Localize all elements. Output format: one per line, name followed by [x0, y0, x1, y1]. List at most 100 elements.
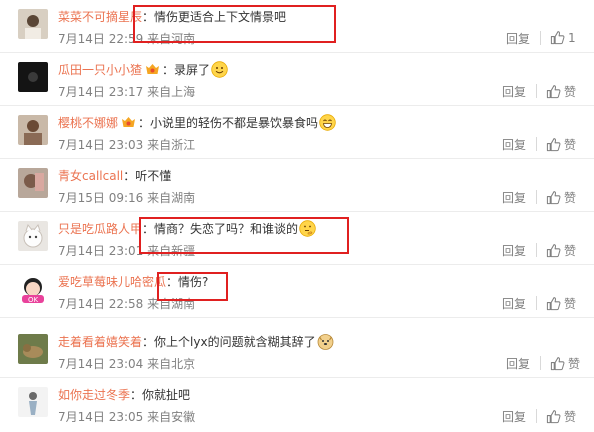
comment-location: 来自新疆 — [147, 244, 196, 258]
username-link[interactable]: 樱桃不娜娜 — [58, 116, 118, 130]
username-link[interactable]: 走着看着嬉笑着 — [58, 335, 142, 349]
comment-date: 7月14日 — [58, 410, 105, 424]
divider — [536, 137, 537, 151]
like-button[interactable]: 赞 — [546, 136, 576, 153]
avatar[interactable] — [18, 221, 48, 251]
comment-meta: 7月14日 23:03 来自浙江 — [58, 137, 195, 153]
avatar[interactable] — [18, 168, 48, 198]
thinking-emoji-icon — [299, 220, 316, 237]
comment-time: 09:16 — [108, 191, 144, 205]
thumbs-up-icon — [546, 410, 561, 424]
like-count: 1 — [568, 31, 576, 45]
like-label: 赞 — [564, 297, 577, 311]
colon: ： — [142, 335, 155, 349]
colon: ： — [142, 10, 155, 24]
reply-button[interactable]: 回复 — [502, 83, 526, 100]
comment-line: 如你走过冬季：你就扯吧 — [58, 386, 190, 404]
comment-item: 菜菜不可摘星辰：情伤更适合上下文情景吧 7月14日 22:59 来自河南 回复 … — [0, 0, 594, 53]
avatar[interactable] — [18, 334, 48, 364]
like-button[interactable]: 赞 — [546, 189, 576, 206]
thumbs-up-icon — [546, 85, 561, 99]
like-button[interactable]: 赞 — [546, 295, 576, 312]
comment-text: 你上个lyx的问题就含糊其辞了 — [154, 335, 316, 349]
colon: ： — [166, 275, 179, 289]
like-button[interactable]: 赞 — [550, 355, 580, 372]
comment-text: 听不懂 — [135, 169, 172, 183]
reply-button[interactable]: 回复 — [502, 242, 526, 259]
username-link[interactable]: 青女callcall — [58, 169, 123, 183]
divider — [536, 190, 537, 204]
comment-location: 来自上海 — [147, 85, 196, 99]
comment-time: 23:04 — [108, 357, 144, 371]
grin-emoji-icon — [319, 114, 336, 131]
comment-text: 情伤? — [178, 275, 209, 289]
username-link[interactable]: 菜菜不可摘星辰 — [58, 10, 142, 24]
reply-button[interactable]: 回复 — [502, 189, 526, 206]
avatar[interactable]: OK — [18, 274, 48, 304]
comment-time: 23:05 — [108, 410, 144, 424]
comment-line: 走着看着嬉笑着：你上个lyx的问题就含糊其辞了 — [58, 333, 334, 351]
colon: ： — [138, 116, 151, 130]
reply-button[interactable]: 回复 — [506, 355, 530, 372]
comment-meta: 7月14日 23:05 来自安徽 — [58, 409, 195, 425]
comment-text: 你就扯吧 — [142, 388, 191, 402]
username-link[interactable]: 爱吃草莓味儿哈密瓜 — [58, 275, 166, 289]
vip-badge-icon — [145, 63, 160, 76]
comment-location: 来自湖南 — [147, 297, 196, 311]
comment-time: 23:17 — [108, 85, 144, 99]
comment-time: 23:01 — [108, 244, 144, 258]
like-button[interactable]: 赞 — [546, 408, 576, 425]
comment-meta: 7月14日 23:17 来自上海 — [58, 84, 195, 100]
comment-line: 青女callcall：听不懂 — [58, 167, 171, 185]
divider — [540, 356, 541, 370]
comment-date: 7月15日 — [58, 191, 105, 205]
username-link[interactable]: 瓜田一只小小猹 — [58, 63, 142, 77]
thumbs-up-icon — [546, 244, 561, 258]
comment-item: 只是吃瓜路人甲：情商？失恋了吗？和谁谈的 7月14日 23:01 来自新疆 回复… — [0, 212, 594, 265]
comment-line: 菜菜不可摘星辰：情伤更适合上下文情景吧 — [58, 8, 286, 26]
divider — [536, 84, 537, 98]
comment-date: 7月14日 — [58, 244, 105, 258]
comment-text: 情伤更适合上下文情景吧 — [154, 10, 287, 24]
reply-button[interactable]: 回复 — [502, 295, 526, 312]
like-button[interactable]: 赞 — [546, 242, 576, 259]
like-label: 赞 — [564, 138, 577, 152]
comment-location: 来自浙江 — [147, 138, 196, 152]
thumbs-up-icon — [546, 191, 561, 205]
comment-date: 7月14日 — [58, 138, 105, 152]
svg-text:OK: OK — [28, 296, 39, 304]
colon: ： — [142, 222, 155, 236]
like-button[interactable]: 赞 — [546, 83, 576, 100]
comment-meta: 7月14日 23:04 来自北京 — [58, 356, 195, 372]
thumbs-up-icon — [546, 297, 561, 311]
divider — [536, 296, 537, 310]
username-link[interactable]: 只是吃瓜路人甲 — [58, 222, 142, 236]
colon: ： — [162, 63, 175, 77]
doge-emoji-icon — [317, 333, 334, 350]
divider — [536, 243, 537, 257]
comment-item: 青女callcall：听不懂 7月15日 09:16 来自湖南 回复 赞 — [0, 159, 594, 212]
avatar[interactable] — [18, 387, 48, 417]
comment-location: 来自安徽 — [147, 410, 196, 424]
comment-item: 瓜田一只小小猹 ：录屏了 7月14日 23:17 来自上海 回复 赞 — [0, 53, 594, 106]
colon: ： — [123, 169, 136, 183]
comment-meta: 7月15日 09:16 来自湖南 — [58, 190, 195, 206]
like-button[interactable]: 1 — [550, 30, 576, 45]
avatar[interactable] — [18, 62, 48, 92]
comment-item: OK 爱吃草莓味儿哈密瓜：情伤? 7月14日 22:58 来自湖南 回复 赞 — [0, 265, 594, 318]
comment-meta: 7月14日 22:59 来自河南 — [58, 31, 195, 47]
like-label: 赞 — [564, 244, 577, 258]
reply-button[interactable]: 回复 — [506, 30, 530, 47]
comment-location: 来自湖南 — [147, 191, 196, 205]
avatar[interactable] — [18, 115, 48, 145]
divider — [540, 31, 541, 45]
comment-text: 小说里的轻伤不都是暴饮暴食吗 — [150, 116, 319, 130]
avatar[interactable] — [18, 9, 48, 39]
username-link[interactable]: 如你走过冬季 — [58, 388, 130, 402]
reply-button[interactable]: 回复 — [502, 136, 526, 153]
reply-button[interactable]: 回复 — [502, 408, 526, 425]
thumbs-up-icon — [550, 357, 565, 371]
comment-text: 录屏了 — [174, 63, 211, 77]
comment-line: 瓜田一只小小猹 ：录屏了 — [58, 61, 228, 79]
comment-line: 只是吃瓜路人甲：情商？失恋了吗？和谁谈的 — [58, 220, 316, 238]
